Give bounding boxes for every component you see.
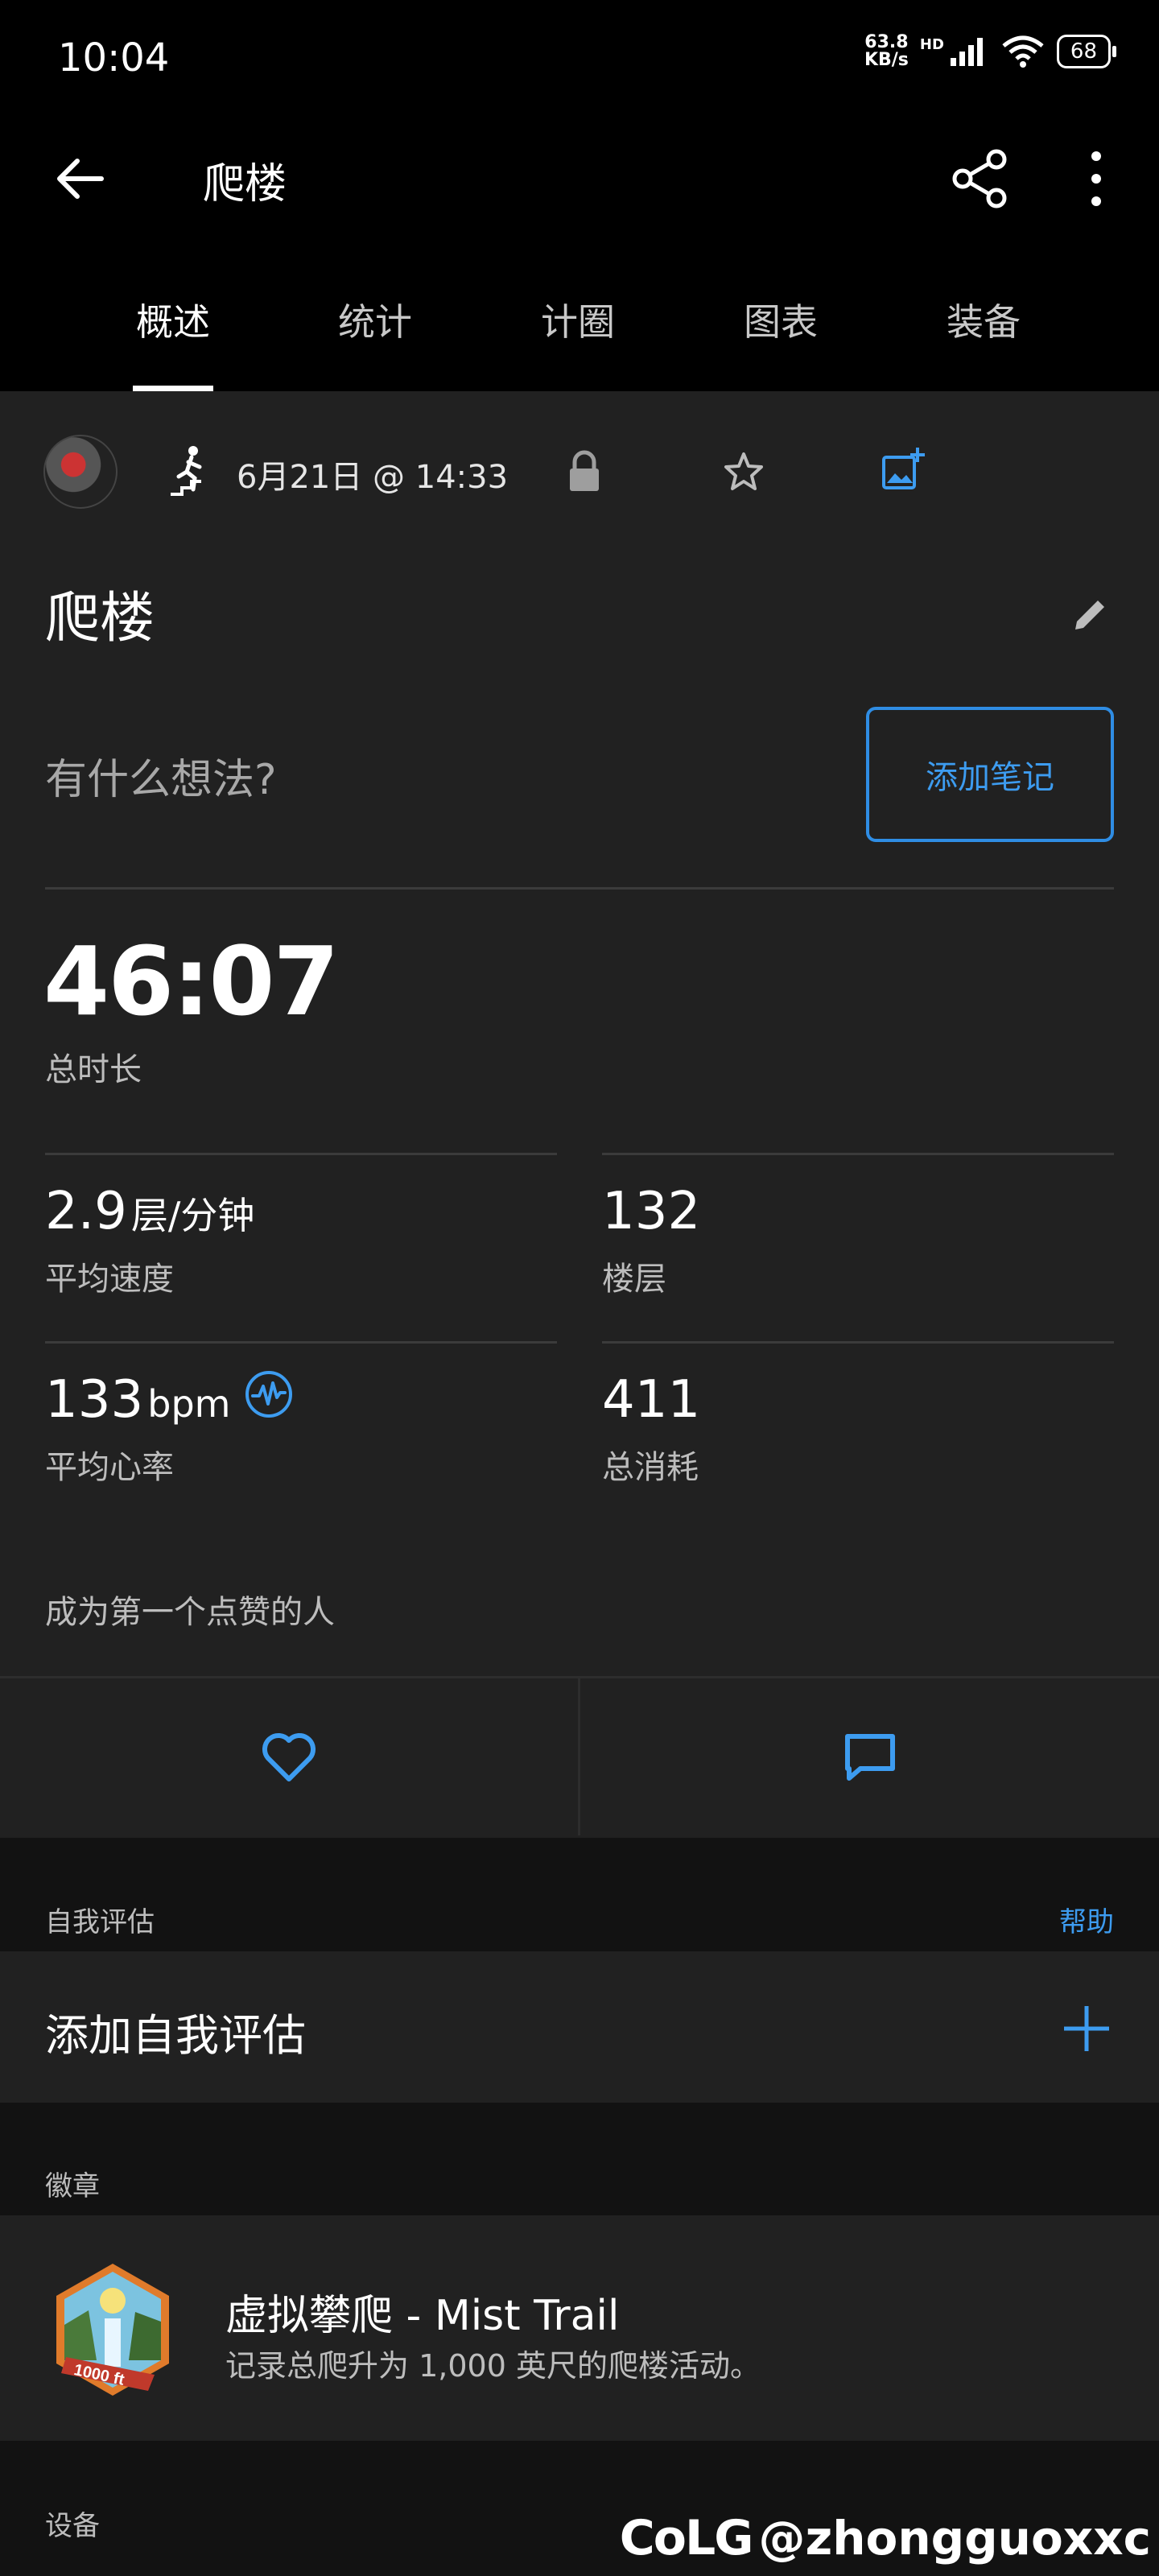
heart-icon xyxy=(262,1732,316,1781)
stat-floors: 132 xyxy=(602,1182,700,1241)
badge-description: 记录总爬升为 1,000 英尺的爬楼活动。 xyxy=(225,2348,761,2384)
tab-laps[interactable]: 计圈 xyxy=(476,266,679,391)
badges-section-label: 徽章 xyxy=(45,2170,100,2202)
more-vertical-icon xyxy=(1091,151,1101,206)
duration-value: 46:07 xyxy=(43,926,340,1037)
plus-icon[interactable] xyxy=(1059,2001,1114,2056)
comment-icon xyxy=(844,1733,895,1781)
stat-value: 411 xyxy=(602,1370,701,1430)
note-input[interactable]: 有什么想法? xyxy=(45,745,277,806)
self-eval-section-label: 自我评估 xyxy=(45,1906,155,1938)
stat-unit: 层/分钟 xyxy=(130,1194,255,1237)
star-icon[interactable] xyxy=(721,449,766,494)
share-icon xyxy=(952,149,1007,208)
stat-unit: bpm xyxy=(147,1382,231,1426)
avatar[interactable] xyxy=(43,435,118,509)
badge-image: 1000 ft xyxy=(56,2264,169,2396)
divider xyxy=(45,887,1114,890)
devices-section-label: 设备 xyxy=(45,2510,100,2542)
lock-icon[interactable] xyxy=(565,449,604,494)
stat-avg-speed: 2.9 层/分钟 xyxy=(45,1182,254,1241)
comment-button[interactable] xyxy=(580,1678,1159,1835)
divider xyxy=(45,1341,557,1344)
back-button[interactable] xyxy=(48,147,113,211)
stat-label: 平均速度 xyxy=(45,1261,174,1298)
tab-stats[interactable]: 统计 xyxy=(274,266,476,391)
add-self-eval-label: 添加自我评估 xyxy=(45,2010,306,2061)
activity-name: 爬楼 xyxy=(45,587,155,650)
stat-avg-heart-rate: 133 bpm xyxy=(45,1370,230,1430)
add-photo-icon[interactable] xyxy=(879,446,927,494)
tab-charts[interactable]: 图表 xyxy=(679,266,882,391)
watermark-handle: @zhongguoxxc xyxy=(758,2511,1151,2566)
duration-label: 总时长 xyxy=(45,1051,142,1088)
stair-climbing-icon xyxy=(171,446,202,496)
help-link[interactable]: 帮助 xyxy=(1059,1900,1114,1939)
stat-label: 平均心率 xyxy=(45,1449,174,1486)
more-options-button[interactable] xyxy=(1062,145,1130,213)
network-type: HD xyxy=(919,35,944,53)
like-button[interactable] xyxy=(0,1678,578,1835)
tab-bar: 概述 统计 计圈 图表 装备 xyxy=(0,266,1159,391)
badge-title: 虚拟攀爬 - Mist Trail xyxy=(225,2292,620,2340)
watermark-logo: CoLG xyxy=(619,2510,754,2566)
status-time: 10:04 xyxy=(58,35,170,80)
stat-value: 133 xyxy=(45,1370,144,1430)
add-note-button[interactable]: 添加笔记 xyxy=(866,707,1114,842)
wifi-icon xyxy=(1002,35,1044,68)
tab-gear[interactable]: 装备 xyxy=(882,266,1085,391)
net-speed: 63.8 KB/s xyxy=(864,32,909,70)
stat-label: 总消耗 xyxy=(602,1449,699,1486)
stat-value: 2.9 xyxy=(45,1182,127,1241)
share-button[interactable] xyxy=(947,145,1014,213)
divider xyxy=(602,1153,1114,1155)
kudos-prompt: 成为第一个点赞的人 xyxy=(45,1594,335,1631)
watermark: CoLG @zhongguoxxc xyxy=(620,2510,1151,2566)
tab-overview[interactable]: 概述 xyxy=(72,266,274,391)
arrow-left-icon xyxy=(57,159,104,199)
divider xyxy=(45,1153,557,1155)
battery-indicator: 68 xyxy=(1056,35,1117,68)
activity-date: 6月21日 @ 14:33 xyxy=(237,459,509,496)
page-title: 爬楼 xyxy=(203,160,287,208)
divider xyxy=(602,1341,1114,1344)
stat-calories: 411 xyxy=(602,1370,700,1430)
signal-icon xyxy=(950,38,983,66)
heart-rate-zone-icon[interactable] xyxy=(243,1368,295,1420)
pencil-icon[interactable] xyxy=(1069,594,1111,636)
stat-value: 132 xyxy=(602,1182,701,1241)
status-icons: 63.8 KB/s HD 68 xyxy=(864,32,1117,70)
stat-label: 楼层 xyxy=(602,1261,666,1298)
